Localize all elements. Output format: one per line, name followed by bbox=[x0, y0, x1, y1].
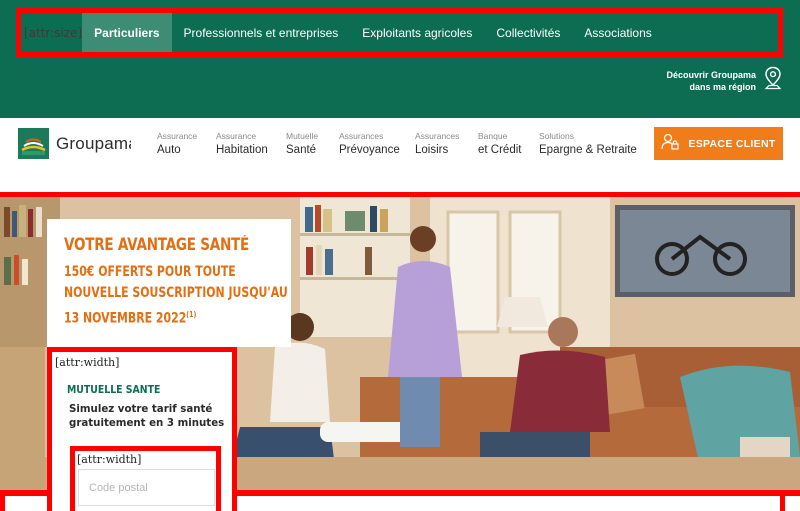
postal-code-input[interactable] bbox=[78, 469, 215, 506]
menu-sante[interactable]: Mutuelle Santé bbox=[286, 130, 318, 158]
segment-professionnels[interactable]: Professionnels et entreprises bbox=[172, 13, 351, 52]
map-pin-icon bbox=[764, 66, 782, 95]
discover-line1: Découvrir Groupama bbox=[666, 69, 756, 80]
logo-wordmark: Groupama bbox=[56, 133, 131, 153]
segment-nav: [attr:size] Particuliers Professionnels … bbox=[16, 8, 783, 57]
menu-loisirs-kicker: Assurances bbox=[415, 131, 460, 141]
menu-prevoyance-label: Prévoyance bbox=[339, 144, 400, 156]
menu-epargne-kicker: Solutions bbox=[539, 131, 574, 141]
menu-banque-kicker: Banque bbox=[478, 131, 508, 141]
segment-exploitants-agricoles[interactable]: Exploitants agricoles bbox=[350, 13, 484, 52]
menu-sante-kicker: Mutuelle bbox=[286, 131, 319, 141]
menu-prevoyance[interactable]: Assurances Prévoyance bbox=[339, 130, 400, 158]
segment-collectivites[interactable]: Collectivités bbox=[484, 13, 572, 52]
menu-prevoyance-kicker: Assurances bbox=[339, 131, 384, 141]
promo-line3: 13 NOVEMBRE 2022(1) bbox=[64, 304, 290, 330]
segment-associations[interactable]: Associations bbox=[572, 13, 663, 52]
menu-epargne-retraite[interactable]: Solutions Epargne & Retraite bbox=[539, 130, 637, 158]
promo-card: VOTRE AVANTAGE SANTÉ 150€ OFFERTS POUR T… bbox=[47, 219, 291, 347]
menu-banque-label: et Crédit bbox=[478, 144, 522, 156]
menu-epargne-label: Epargne & Retraite bbox=[539, 144, 637, 156]
postal-attr-tag: [attr:width] bbox=[77, 453, 142, 466]
promo-footnote: (1) bbox=[186, 310, 197, 319]
menu-loisirs[interactable]: Assurances Loisirs bbox=[415, 130, 459, 158]
simulator-attr-tag: [attr:width] bbox=[55, 356, 120, 369]
simulator-card: [attr:width] MUTUELLE SANTE Simulez votr… bbox=[47, 347, 237, 511]
user-icon bbox=[661, 133, 680, 154]
groupama-logo[interactable]: Groupama bbox=[18, 128, 131, 159]
menu-auto-label: Auto bbox=[157, 144, 181, 156]
discover-text: Découvrir Groupama dans ma région bbox=[666, 69, 756, 93]
promo-date: 13 NOVEMBRE 2022 bbox=[64, 310, 187, 327]
menu-auto-kicker: Assurance bbox=[157, 131, 198, 141]
segment-particuliers[interactable]: Particuliers bbox=[82, 13, 172, 52]
espace-client-label: ESPACE CLIENT bbox=[688, 137, 776, 150]
simulator-kicker: MUTUELLE SANTE bbox=[67, 383, 161, 396]
promo-title: VOTRE AVANTAGE SANTÉ bbox=[64, 235, 250, 254]
promo-line2: NOUVELLE SOUSCRIPTION JUSQU'AU bbox=[64, 285, 288, 301]
menu-banque-credit[interactable]: Banque et Crédit bbox=[478, 130, 521, 158]
espace-client-button[interactable]: ESPACE CLIENT bbox=[654, 127, 783, 160]
postal-field-wrapper: [attr:width] bbox=[70, 446, 221, 511]
promo-body: 150€ OFFERTS POUR TOUTE NOUVELLE SOUSCRI… bbox=[64, 262, 290, 330]
simulator-text: Simulez votre tarif santé gratuitement e… bbox=[69, 402, 225, 430]
simulator-text-line2: gratuitement en 3 minutes bbox=[69, 416, 225, 429]
annotation-bottom-left bbox=[0, 490, 5, 511]
simulator-text-line1: Simulez votre tarif santé bbox=[69, 402, 213, 415]
menu-habitation-label: Habitation bbox=[216, 144, 268, 156]
annotation-bottom-right bbox=[780, 490, 785, 511]
menu-auto[interactable]: Assurance Auto bbox=[157, 130, 197, 158]
attr-size-tag: [attr:size] bbox=[24, 25, 83, 40]
menu-habitation[interactable]: Assurance Habitation bbox=[216, 130, 268, 158]
menu-sante-label: Santé bbox=[286, 144, 317, 156]
main-header: Groupama Assurance Auto Assurance Habita… bbox=[0, 118, 800, 190]
discover-line2: dans ma région bbox=[689, 81, 756, 92]
discover-region-link[interactable]: Découvrir Groupama dans ma région bbox=[666, 66, 782, 95]
logo-mark-icon bbox=[18, 128, 49, 159]
menu-habitation-kicker: Assurance bbox=[216, 131, 257, 141]
promo-line1: 150€ OFFERTS POUR TOUTE bbox=[64, 264, 236, 280]
menu-loisirs-label: Loisirs bbox=[415, 144, 449, 156]
top-band: [attr:size] Particuliers Professionnels … bbox=[0, 0, 800, 118]
